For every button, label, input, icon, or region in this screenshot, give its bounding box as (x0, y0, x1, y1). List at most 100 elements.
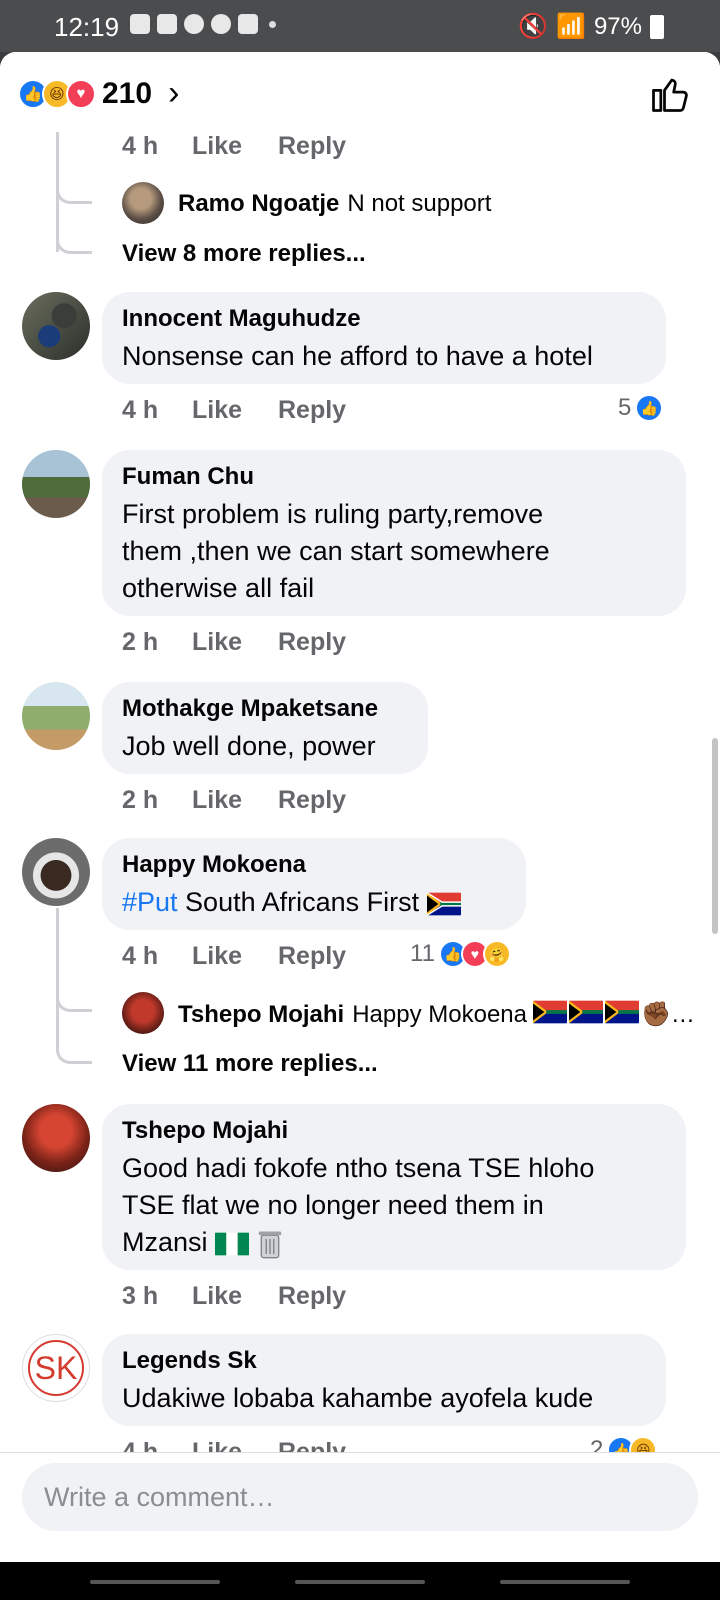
reply-text: Happy Mokoena (352, 1000, 527, 1028)
wifi-icon: 📶 (556, 13, 586, 40)
like-reaction-icon: 👍 (635, 394, 664, 422)
like-button[interactable]: Like (192, 628, 278, 657)
comments-feed: 4 h Like Reply Ramo Ngoatje N not suppor… (0, 132, 720, 1452)
south-africa-flag-icon (569, 1000, 603, 1024)
reply-preview[interactable]: Ramo Ngoatje N not support (178, 190, 491, 218)
reply-text: N not support (347, 190, 492, 217)
app-notification-icon (211, 14, 231, 34)
mute-icon: 🔇 (518, 13, 549, 40)
reaction-count: 2 (590, 1436, 604, 1452)
reactions-header: 👍 😆 ♥ 210 › (0, 52, 720, 132)
comment-text-fragment: Mzansi (122, 1227, 208, 1257)
nav-recents-button[interactable] (90, 1580, 220, 1584)
avatar[interactable] (22, 292, 90, 360)
comment-time: 3 h (122, 1282, 159, 1310)
trash-can-icon (258, 1231, 281, 1259)
reaction-count-badge[interactable]: 5 👍 (618, 394, 664, 422)
reply-preview[interactable]: Tshepo Mojahi Happy Mokoena ✊🏾 … (178, 1000, 695, 1029)
comment-author[interactable]: Mothakge Mpaketsane (122, 694, 408, 724)
nav-back-button[interactable] (500, 1580, 630, 1584)
view-more-replies[interactable]: View 8 more replies... (122, 240, 366, 268)
comment-bubble: Innocent Maguhudze Nonsense can he affor… (102, 292, 666, 384)
reaction-count-badge[interactable]: 2 👍 😆 (590, 1436, 658, 1452)
hashtag-link[interactable]: #Put (122, 887, 178, 917)
comment-author[interactable]: Fuman Chu (122, 462, 666, 492)
south-africa-flag-icon (605, 1000, 639, 1024)
comment-actions: 2 h Like Reply (122, 628, 368, 657)
comment-author[interactable]: Tshepo Mojahi (122, 1116, 666, 1146)
comment-text-line: Mzansi (122, 1224, 666, 1261)
like-button[interactable]: Like (192, 786, 278, 815)
like-button[interactable]: Like (192, 942, 278, 971)
comment-actions: 2 h Like Reply (122, 786, 368, 815)
reply-button[interactable]: Reply (278, 942, 368, 971)
comment-time: 2 h (122, 628, 159, 656)
avatar[interactable] (22, 682, 90, 750)
comment-text: Udakiwe lobaba kahambe ayofela kude (122, 1383, 594, 1413)
more-notifications-dot (269, 20, 276, 28)
ellipsis-icon: … (670, 1000, 695, 1028)
reaction-count-badge[interactable]: 11 👍 ♥ 🤗 (410, 940, 511, 968)
avatar[interactable] (22, 838, 90, 906)
reply-button[interactable]: Reply (278, 396, 368, 425)
thread-elbow (56, 978, 92, 1012)
haha-reaction-icon: 😆 (629, 1436, 658, 1452)
comment-text-line: TSE flat we no longer need them in (122, 1190, 544, 1220)
comment-bubble: Legends Sk Udakiwe lobaba kahambe ayofel… (102, 1334, 666, 1426)
reaction-count: 210 (102, 76, 153, 110)
avatar[interactable] (122, 992, 164, 1034)
reaction-count: 5 (618, 394, 632, 421)
avatar[interactable] (122, 182, 164, 224)
reply-button[interactable]: Reply (278, 1438, 368, 1452)
comment-bubble: Tshepo Mojahi Good hadi fokofe ntho tsen… (102, 1104, 686, 1270)
reaction-summary[interactable]: 👍 😆 ♥ 210 › (18, 74, 179, 113)
avatar[interactable] (22, 1104, 90, 1172)
emoji-row: ✊🏾 (533, 1000, 671, 1029)
comment-time: 4 h (122, 942, 159, 970)
thread-elbow (56, 1022, 92, 1064)
south-africa-flag-icon (426, 891, 461, 916)
gmail-icon (238, 14, 258, 34)
like-button[interactable]: Like (192, 132, 278, 161)
reply-author: Ramo Ngoatje (178, 190, 340, 217)
comment-input[interactable] (22, 1463, 698, 1531)
reply-author: Tshepo Mojahi (178, 1000, 345, 1028)
comment-author[interactable]: Legends Sk (122, 1346, 646, 1376)
like-button[interactable]: Like (192, 1438, 278, 1452)
battery-percent: 97% (593, 12, 642, 40)
reply-button[interactable]: Reply (278, 132, 368, 161)
view-more-replies[interactable]: View 11 more replies... (122, 1050, 378, 1078)
battery-icon (650, 14, 664, 39)
comment-text-line: Good hadi fokofe ntho tsena TSE hloho (122, 1153, 595, 1183)
like-button[interactable]: Like (192, 396, 278, 425)
comment-text: Job well done, power (122, 731, 376, 761)
comment-composer (0, 1452, 720, 1562)
facebook-icon (184, 14, 204, 34)
comment-time: 2 h (122, 786, 159, 814)
reply-button[interactable]: Reply (278, 786, 368, 815)
nav-home-button[interactable] (295, 1580, 425, 1584)
like-button[interactable]: Like (192, 1282, 278, 1311)
comment-text-line: them ,then we can start somewhere (122, 536, 550, 566)
like-post-icon[interactable] (648, 72, 692, 116)
reply-button[interactable]: Reply (278, 628, 368, 657)
comment-actions: 4 h Like Reply (122, 132, 368, 161)
avatar[interactable] (22, 450, 90, 518)
comment-actions: 4 h Like Reply (122, 396, 368, 425)
thread-elbow (56, 162, 92, 204)
comment-author[interactable]: Innocent Maguhudze (122, 304, 646, 334)
app-notification-icon (130, 14, 150, 34)
fist-emoji-icon: ✊🏾 (641, 1001, 671, 1028)
scrollbar[interactable] (712, 738, 718, 934)
thread-elbow (56, 212, 92, 254)
love-reaction-icon: ♥ (66, 78, 96, 109)
comment-author[interactable]: Happy Mokoena (122, 850, 506, 880)
youtube-icon (157, 14, 177, 34)
notification-icons (130, 14, 276, 34)
reply-button[interactable]: Reply (278, 1282, 368, 1311)
comment-bubble: Mothakge Mpaketsane Job well done, power (102, 682, 428, 774)
comment-text-body: South Africans First (177, 887, 420, 917)
comment-actions: 3 h Like Reply (122, 1282, 368, 1311)
avatar[interactable]: SK (22, 1334, 90, 1402)
status-time: 12:19 (54, 12, 120, 42)
